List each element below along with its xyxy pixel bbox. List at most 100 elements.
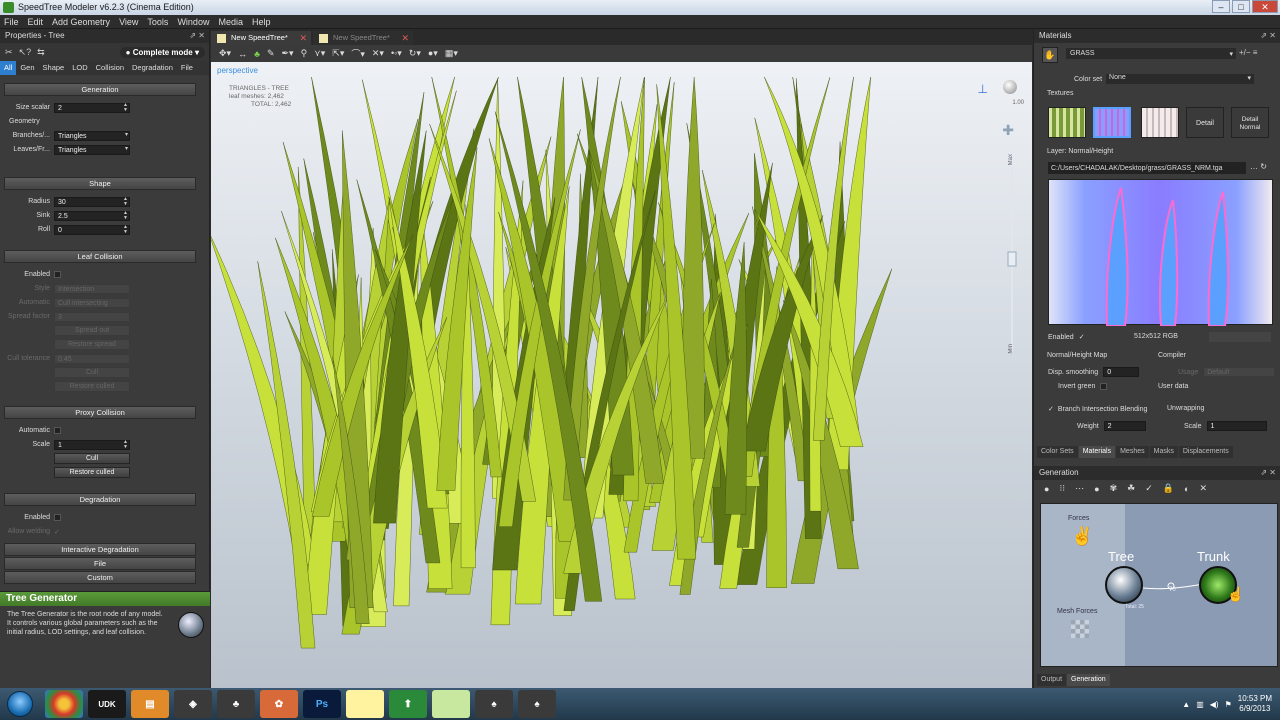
branches-dropdown[interactable]: Triangles ▾ [54,130,130,141]
tab-shape[interactable]: Shape [39,61,69,75]
spinner-icon[interactable]: ▲ ▼ [123,439,128,450]
material-dropdown[interactable]: GRASS ▾ [1066,48,1236,59]
proxy-automatic-checkbox[interactable] [54,427,61,434]
cull-tolerance-field[interactable]: 0.45 [54,353,130,364]
tab-meshes[interactable]: Meshes [1116,446,1149,458]
menu-help[interactable]: Help [252,15,271,28]
section-custom[interactable]: Custom [4,571,196,584]
radius-field[interactable]: 30 ▲ ▼ [54,196,130,207]
menu-view[interactable]: View [119,15,138,28]
camera-icon[interactable]: ✚ [1002,122,1014,139]
network-icon[interactable]: ▥ [1196,700,1204,709]
detail-normal-texture-slot[interactable]: Detail Normal [1231,107,1269,138]
tab-color-sets[interactable]: Color Sets [1037,446,1078,458]
material-action-icons[interactable]: +/− ≡ [1239,48,1257,57]
spinner-icon[interactable]: ▲ ▼ [123,210,128,221]
paw-icon[interactable]: ✾ [1110,483,1118,494]
lasso-icon[interactable]: ⌒▾ [351,47,365,60]
invert-green-checkbox[interactable] [1100,383,1108,390]
branch-blend-check-icon[interactable]: ✓ [1048,405,1054,413]
leaves-dropdown[interactable]: Triangles ▾ [54,144,130,155]
spinner-icon[interactable]: ▲ ▼ [123,102,128,113]
spinner-icon[interactable]: ▲ ▼ [123,224,128,235]
tab-displacements[interactable]: Displacements [1178,446,1233,458]
allow-welding-check-icon[interactable]: ✓ [54,528,60,536]
leaf-icon[interactable]: ☘ [1127,483,1135,494]
speedtree-modeler-taskbar-icon[interactable]: ♠ [475,690,513,718]
upload-taskbar-icon[interactable]: ⬆ [389,690,427,718]
generation-graph[interactable]: Forces ✌ Mesh Forces Tree Total: 25 70 T… [1040,503,1278,667]
paint-taskbar-icon[interactable]: ✿ [260,690,298,718]
tools-icon[interactable]: ✂ [5,47,13,58]
enabled-checkbox[interactable] [54,271,61,278]
speedtree-taskbar-icon[interactable]: ♣ [217,690,255,718]
panel-pin-close-icons[interactable]: ⇗ ✕ [1260,466,1276,480]
start-button[interactable] [0,688,40,720]
lock-icon[interactable]: 🔒 [1163,483,1174,494]
close-tab-icon[interactable]: ✕ [299,31,307,45]
texture-options-button[interactable] [1209,332,1271,342]
section-leaf-collision[interactable]: Leaf Collision [4,250,196,263]
dots-icon[interactable]: ⋯ [1075,483,1084,494]
texture-path-field[interactable]: C:/Users/CHADALAK/Desktop/grass/GRASS_NR… [1048,162,1246,174]
transform-icon[interactable]: ✥▾ [219,48,231,59]
spread-out-button[interactable]: Spread out [54,325,130,336]
diffuse-texture-thumbnail[interactable] [1048,107,1086,138]
complete-mode-button[interactable]: ● Complete mode ▾ [119,46,205,58]
tab-all[interactable]: All [0,61,17,75]
branch-icon[interactable]: ⋎▾ [314,48,325,59]
normal-texture-thumbnail[interactable] [1093,107,1131,138]
panel-pin-close-icons[interactable]: ⇗ ✕ [189,29,205,43]
uv-scale-field[interactable]: 1 [1206,421,1267,431]
udk-taskbar-icon[interactable]: UDK [88,690,126,718]
tab-document-2[interactable]: New SpeedTree* ✕ [313,31,413,45]
zoom-icon[interactable]: ◐ [1184,484,1189,494]
photoshop-taskbar-icon[interactable]: Ps [303,690,341,718]
menu-edit[interactable]: Edit [28,15,44,28]
menu-add-geometry[interactable]: Add Geometry [52,15,110,28]
force-icon[interactable]: ✌ [1071,526,1093,547]
dots-icon[interactable]: •◦▾ [391,48,402,59]
restore-spread-button[interactable]: Restore spread [54,339,130,350]
tab-generation[interactable]: Generation [1067,674,1110,686]
volume-icon[interactable]: ◀) [1210,700,1219,709]
move-icon[interactable]: ↔ [238,49,247,59]
tab-document-1[interactable]: New SpeedTree* ✕ [211,31,311,45]
menu-tools[interactable]: Tools [147,15,168,28]
menu-file[interactable]: File [4,15,19,28]
mesh-force-icon[interactable] [1071,620,1089,638]
minimize-button[interactable]: – [1212,0,1230,13]
spread-factor-field[interactable]: 3 [54,311,130,322]
automatic-dropdown[interactable]: Cull intersecting [54,297,130,308]
maximize-button[interactable]: □ [1232,0,1250,13]
material-swatch-icon[interactable]: ✋ [1042,47,1058,63]
pen-icon[interactable]: ✒▾ [282,48,294,59]
clock[interactable]: 10:53 PM 6/9/2013 [1238,694,1272,714]
tab-degradation[interactable]: Degradation [128,61,177,75]
light-sphere-icon[interactable] [1003,80,1017,94]
sphere-icon[interactable]: ● [1094,484,1099,494]
section-generation[interactable]: Generation [4,83,196,96]
help-pointer-icon[interactable]: ↖? [19,47,32,58]
disp-smoothing-field[interactable]: 0 [1103,367,1140,377]
flag-icon[interactable]: ⚑ [1225,700,1232,709]
speedtree-compiler-taskbar-icon[interactable]: ♠ [518,690,556,718]
section-interactive-degradation[interactable]: Interactive Degradation [4,543,196,556]
proxy-restore-culled-button[interactable]: Restore culled [54,467,130,478]
folder-app-taskbar-icon[interactable]: ▤ [131,690,169,718]
grid-icon[interactable]: ⁝⁝ [1059,483,1065,494]
link-icon[interactable]: ⇆ [37,47,45,58]
brush-icon[interactable]: ✎ [267,48,275,59]
texture-enabled-check-icon[interactable]: ✓ [1079,333,1085,341]
light-icon[interactable]: ●▾ [428,48,438,59]
scale-icon[interactable]: ⇱▾ [332,48,344,59]
detail-texture-slot[interactable]: Detail [1186,107,1224,138]
tab-materials[interactable]: Materials [1078,446,1116,458]
section-file[interactable]: File [4,557,196,570]
style-dropdown[interactable]: Intersection [54,283,130,294]
section-degradation[interactable]: Degradation [4,493,196,506]
cross-icon[interactable]: ✕▾ [372,48,384,59]
notes-taskbar-icon[interactable] [346,690,384,718]
tab-file[interactable]: File [177,61,197,75]
tab-masks[interactable]: Masks [1149,446,1178,458]
